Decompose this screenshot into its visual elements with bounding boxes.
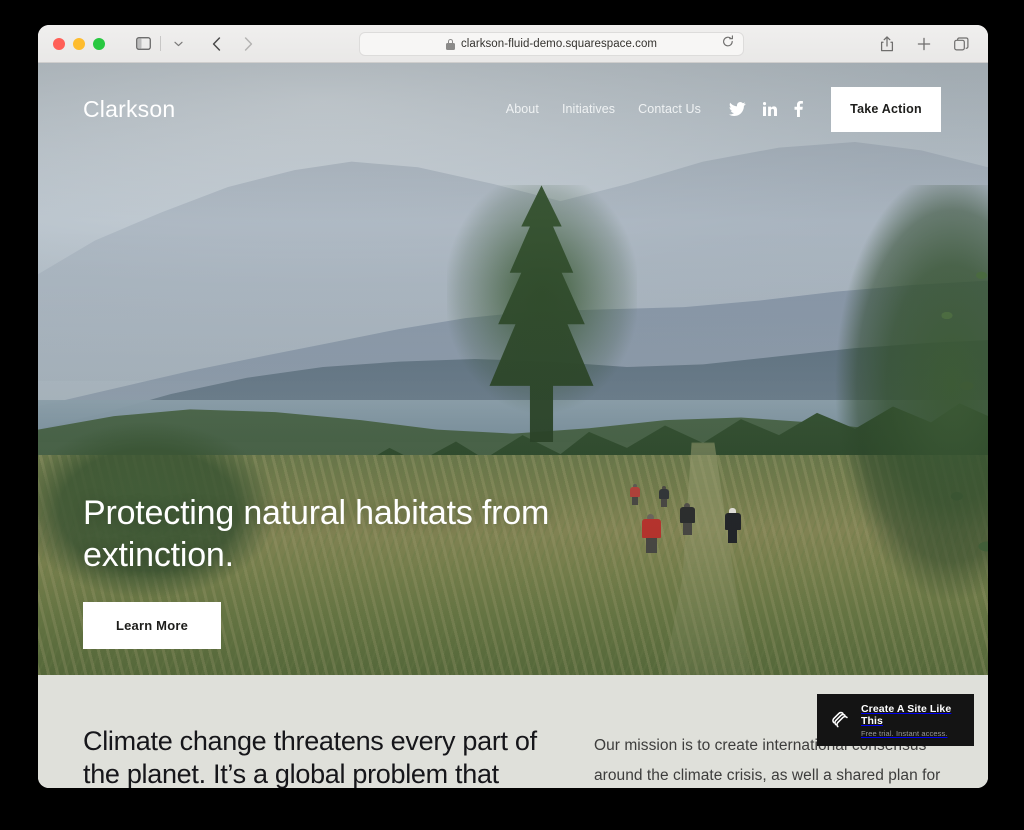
sidebar-controls xyxy=(130,32,191,56)
navigation-buttons xyxy=(203,32,261,56)
squarespace-promo-banner[interactable]: Create A Site Like This Free trial. Inst… xyxy=(817,694,974,746)
nav-links: About Initiatives Contact Us xyxy=(506,102,701,116)
squarespace-logo-icon xyxy=(829,709,851,731)
hero-title: Protecting natural habitats from extinct… xyxy=(83,494,550,574)
toolbar-divider xyxy=(160,36,161,51)
nav-item-about[interactable]: About xyxy=(506,102,539,116)
facebook-icon[interactable] xyxy=(794,101,803,117)
promo-title: Create A Site Like This xyxy=(861,702,952,727)
browser-toolbar: clarkson-fluid-demo.squarespace.com xyxy=(38,25,988,63)
lock-icon xyxy=(445,38,455,50)
url-text: clarkson-fluid-demo.squarespace.com xyxy=(460,38,658,50)
site-header: Clarkson About Initiatives Contact Us Ta… xyxy=(38,63,988,155)
page-viewport: Clarkson About Initiatives Contact Us Ta… xyxy=(38,63,988,788)
plus-icon[interactable] xyxy=(911,32,937,56)
content-left-column: Climate change threatens every part of t… xyxy=(83,725,538,788)
reload-icon[interactable] xyxy=(722,35,734,53)
twitter-icon[interactable] xyxy=(729,102,746,116)
nav-item-contact-us[interactable]: Contact Us xyxy=(638,102,701,116)
hero-copy: Protecting natural habitats from extinct… xyxy=(83,493,603,649)
minimize-window-button[interactable] xyxy=(73,37,85,50)
close-window-button[interactable] xyxy=(53,37,65,50)
nav-item-initiatives[interactable]: Initiatives xyxy=(562,102,615,116)
share-icon[interactable] xyxy=(874,32,900,56)
chevron-down-icon[interactable] xyxy=(165,32,191,56)
learn-more-button[interactable]: Learn More xyxy=(83,602,221,649)
content-heading: Climate change threatens every part of t… xyxy=(83,726,537,788)
toolbar-right-actions xyxy=(874,25,974,63)
tab-overview-icon[interactable] xyxy=(948,32,974,56)
main-navigation: About Initiatives Contact Us Take Action xyxy=(506,86,988,132)
safari-browser-window: clarkson-fluid-demo.squarespace.com Clar… xyxy=(38,25,988,788)
take-action-button[interactable]: Take Action xyxy=(831,86,941,132)
back-button[interactable] xyxy=(203,32,229,56)
promo-subtitle: Free trial. Instant access. xyxy=(861,728,948,738)
linkedin-icon[interactable] xyxy=(763,102,777,116)
promo-text-group: Create A Site Like This Free trial. Inst… xyxy=(861,703,962,738)
hero-section: Clarkson About Initiatives Contact Us Ta… xyxy=(38,63,988,675)
social-links xyxy=(729,101,803,117)
address-bar[interactable]: clarkson-fluid-demo.squarespace.com xyxy=(359,32,744,56)
forward-button[interactable] xyxy=(235,32,261,56)
maximize-window-button[interactable] xyxy=(93,37,105,50)
window-controls xyxy=(53,37,105,50)
sidebar-toggle-icon[interactable] xyxy=(130,32,156,56)
desktop-background: clarkson-fluid-demo.squarespace.com Clar… xyxy=(0,0,1024,830)
site-logo[interactable]: Clarkson xyxy=(83,96,175,123)
